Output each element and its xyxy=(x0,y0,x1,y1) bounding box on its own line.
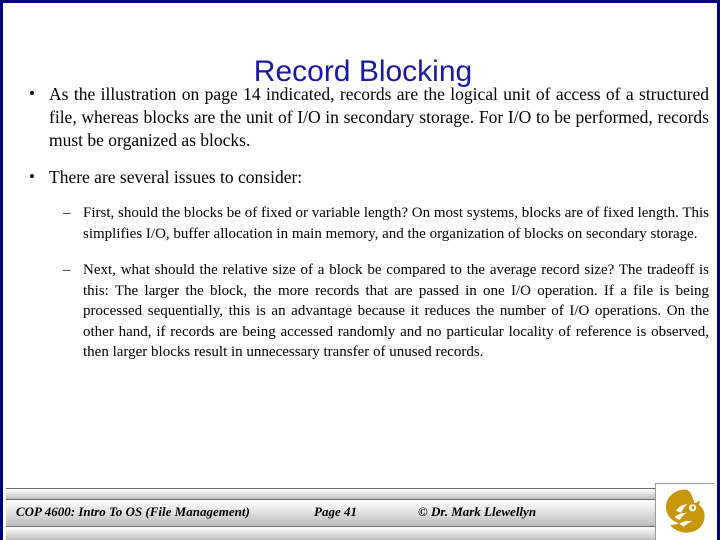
footer-text-row: COP 4600: Intro To OS (File Management) … xyxy=(6,499,714,525)
sub-bullet-text: Next, what should the relative size of a… xyxy=(83,262,709,360)
slide-footer: COP 4600: Intro To OS (File Management) … xyxy=(6,488,714,540)
slide-body: • As the illustration on page 14 indicat… xyxy=(17,83,709,373)
footer-author-label: © Dr. Mark Llewellyn xyxy=(418,504,537,519)
sub-bullet-item-1: – First, should the blocks be of fixed o… xyxy=(17,203,709,244)
ucf-pegasus-logo xyxy=(655,483,714,540)
footer-band-bottom xyxy=(6,526,714,540)
bullet-text: There are several issues to consider: xyxy=(49,167,303,187)
sub-bullet-marker: – xyxy=(63,262,71,278)
bullet-marker: • xyxy=(29,84,35,103)
bullet-marker: • xyxy=(29,167,35,186)
bullet-text: As the illustration on page 14 indicated… xyxy=(49,84,709,150)
footer-page-number: Page 41 xyxy=(314,504,357,519)
bullet-item-2: • There are several issues to consider: xyxy=(17,166,709,189)
bullet-item-1: • As the illustration on page 14 indicat… xyxy=(17,83,709,152)
sub-bullet-marker: – xyxy=(63,205,71,221)
slide: Record Blocking • As the illustration on… xyxy=(0,0,720,540)
footer-course-label: COP 4600: Intro To OS (File Management) xyxy=(16,504,250,519)
sub-bullet-text: First, should the blocks be of fixed or … xyxy=(83,205,709,242)
sub-bullet-item-2: – Next, what should the relative size of… xyxy=(17,260,709,363)
